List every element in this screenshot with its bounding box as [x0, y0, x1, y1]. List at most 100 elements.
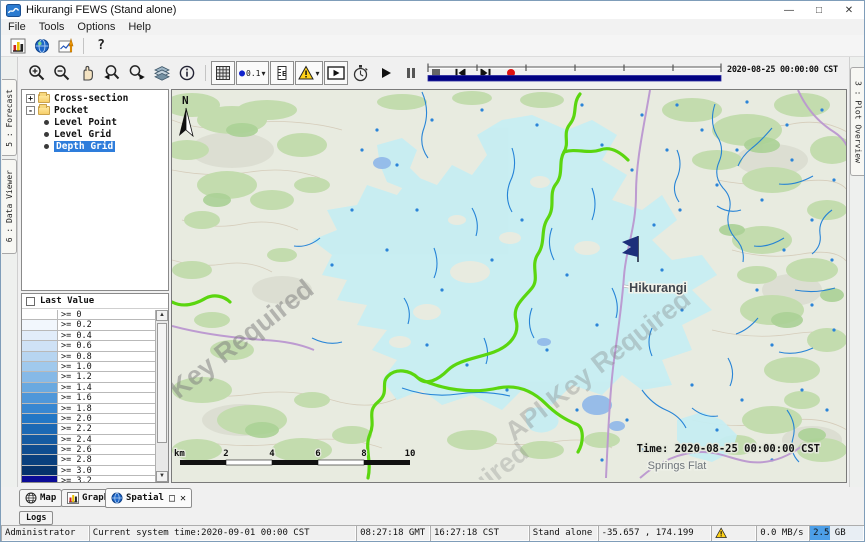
timeseries-display-button[interactable] — [54, 36, 78, 56]
legend-swatch — [22, 331, 58, 340]
layers-button[interactable] — [150, 61, 174, 85]
play-button[interactable] — [374, 61, 398, 85]
help-button[interactable]: ? — [89, 36, 113, 56]
map-viewport[interactable]: API Key Required API Key Required API Ke… — [171, 89, 847, 483]
menu-item-help[interactable]: Help — [128, 21, 151, 33]
warning-dropdown-button[interactable]: ▾ — [295, 61, 323, 85]
spatial-panel: ●0.1 ▾ E ▾ — [19, 57, 848, 487]
map-toolbar: ●0.1 ▾ E ▾ — [19, 57, 848, 89]
legend-label: >= 0.6 — [58, 341, 155, 350]
menu-item-file[interactable]: File — [8, 21, 26, 33]
legend-row[interactable]: >= 1.0 — [22, 362, 155, 372]
timer-button[interactable] — [349, 61, 373, 85]
workspace: 5 : Forecast 6 : Data Viewer 3 : Plot Ov… — [1, 57, 865, 487]
tab-plot-overview[interactable]: 3 : Plot Overview — [850, 67, 865, 176]
status-mode: Stand alone — [529, 525, 598, 541]
legend-row[interactable]: >= 1.2 — [22, 372, 155, 382]
minimize-button[interactable]: — — [774, 1, 804, 19]
legend-toggle-button[interactable]: E — [270, 61, 294, 85]
legend-label: >= 3.2 — [58, 476, 155, 482]
tree-item-depth-grid[interactable]: Depth Grid — [22, 140, 168, 152]
tree-item-level-point[interactable]: Level Point — [22, 116, 168, 128]
logs-button[interactable]: Logs — [19, 511, 53, 525]
svg-text:4: 4 — [269, 449, 275, 459]
legend-label: >= 2.4 — [58, 435, 155, 444]
scroll-down-button[interactable]: ▼ — [156, 471, 168, 482]
status-warning-icon — [715, 527, 728, 539]
status-warning-cell — [711, 525, 756, 541]
status-gmt-time: 08:27:18 GMT — [356, 525, 430, 541]
scroll-up-button[interactable]: ▲ — [156, 310, 168, 321]
tree-item-cross-section[interactable]: +Cross-section — [22, 92, 168, 104]
svg-text:6: 6 — [315, 449, 320, 459]
tree-expander-icon[interactable]: - — [26, 106, 35, 115]
legend-label: >= 0.4 — [58, 331, 155, 340]
toolbar-separator — [205, 65, 206, 81]
last-value-label: Last Value — [40, 296, 94, 306]
tree-expander-icon[interactable]: + — [26, 94, 35, 103]
legend-row[interactable]: >= 0.4 — [22, 331, 155, 341]
legend-label: >= 0 — [58, 310, 155, 319]
folder-icon — [38, 94, 50, 103]
zoom-in-button[interactable] — [25, 61, 49, 85]
legend-swatch — [22, 372, 58, 381]
legend-row[interactable]: >= 3.2 — [22, 476, 155, 482]
map-canvas[interactable]: API Key Required API Key Required API Ke… — [172, 90, 847, 480]
graph-chart-icon — [67, 492, 79, 504]
close-button[interactable]: ✕ — [834, 1, 864, 19]
tab-spatial-label: Spatial — [126, 493, 164, 503]
legend-row[interactable]: >= 0 — [22, 310, 155, 320]
status-coordinates: -35.657 , 174.199 — [598, 525, 712, 541]
database-viewer-button[interactable] — [6, 36, 30, 56]
tab-data-viewer[interactable]: 6 : Data Viewer — [2, 159, 17, 254]
menu-item-tools[interactable]: Tools — [39, 21, 65, 33]
legend-row[interactable]: >= 2.2 — [22, 424, 155, 434]
legend-swatch — [22, 455, 58, 464]
movie-icon — [327, 66, 345, 80]
legend-row[interactable]: >= 2.8 — [22, 455, 155, 465]
tree-item-pocket[interactable]: -Pocket — [22, 104, 168, 116]
zoom-next-button[interactable] — [125, 61, 149, 85]
spatial-content: +Cross-section-PocketLevel PointLevel Gr… — [19, 89, 848, 483]
time-span-bar[interactable] — [428, 76, 721, 82]
zoom-previous-button[interactable] — [100, 61, 124, 85]
animation-button[interactable] — [324, 61, 348, 85]
last-value-checkbox[interactable] — [26, 297, 35, 306]
window-title: Hikurangi FEWS (Stand alone) — [26, 4, 176, 16]
tree-item-label: Level Point — [54, 117, 117, 128]
legend-row[interactable]: >= 0.2 — [22, 320, 155, 330]
legend-row[interactable]: >= 1.6 — [22, 393, 155, 403]
legend-label: >= 2.2 — [58, 424, 155, 433]
pause-button[interactable] — [399, 61, 423, 85]
legend-row[interactable]: >= 2.6 — [22, 445, 155, 455]
legend-row[interactable]: >= 2.0 — [22, 414, 155, 424]
left-tab-strip: 5 : Forecast 6 : Data Viewer — [1, 57, 18, 487]
menu-item-options[interactable]: Options — [77, 21, 115, 33]
svg-text:N: N — [182, 94, 189, 107]
legend-scrollbar[interactable]: ▲ ▼ — [155, 310, 168, 482]
pan-button[interactable] — [75, 61, 99, 85]
legend-row[interactable]: >= 1.8 — [22, 404, 155, 414]
tab-close-icon[interactable]: ✕ — [180, 493, 186, 504]
legend-row[interactable]: >= 1.4 — [22, 383, 155, 393]
tab-maximize-icon[interactable]: □ — [169, 493, 175, 504]
spatial-display-button[interactable] — [30, 36, 54, 56]
info-button[interactable] — [175, 61, 199, 85]
zoom-out-button[interactable] — [50, 61, 74, 85]
legend-row[interactable]: >= 3.0 — [22, 466, 155, 476]
stopwatch-icon — [352, 64, 369, 82]
tab-spatial[interactable]: Spatial □ ✕ — [105, 488, 192, 508]
legend-row[interactable]: >= 0.6 — [22, 341, 155, 351]
legend-row[interactable]: >= 2.4 — [22, 435, 155, 445]
legend-row[interactable]: >= 0.8 — [22, 352, 155, 362]
grid-toggle-button[interactable] — [211, 61, 235, 85]
tab-map[interactable]: Map — [19, 489, 62, 507]
legend-label: >= 3.0 — [58, 466, 155, 475]
time-slider[interactable] — [426, 62, 723, 84]
tree-item-level-grid[interactable]: Level Grid — [22, 128, 168, 140]
maximize-button[interactable]: □ — [804, 1, 834, 19]
tab-map-label: Map — [40, 493, 56, 503]
threshold-dropdown-button[interactable]: ●0.1 ▾ — [236, 61, 269, 85]
scroll-thumb[interactable] — [157, 323, 167, 443]
tab-forecast[interactable]: 5 : Forecast — [2, 79, 17, 156]
